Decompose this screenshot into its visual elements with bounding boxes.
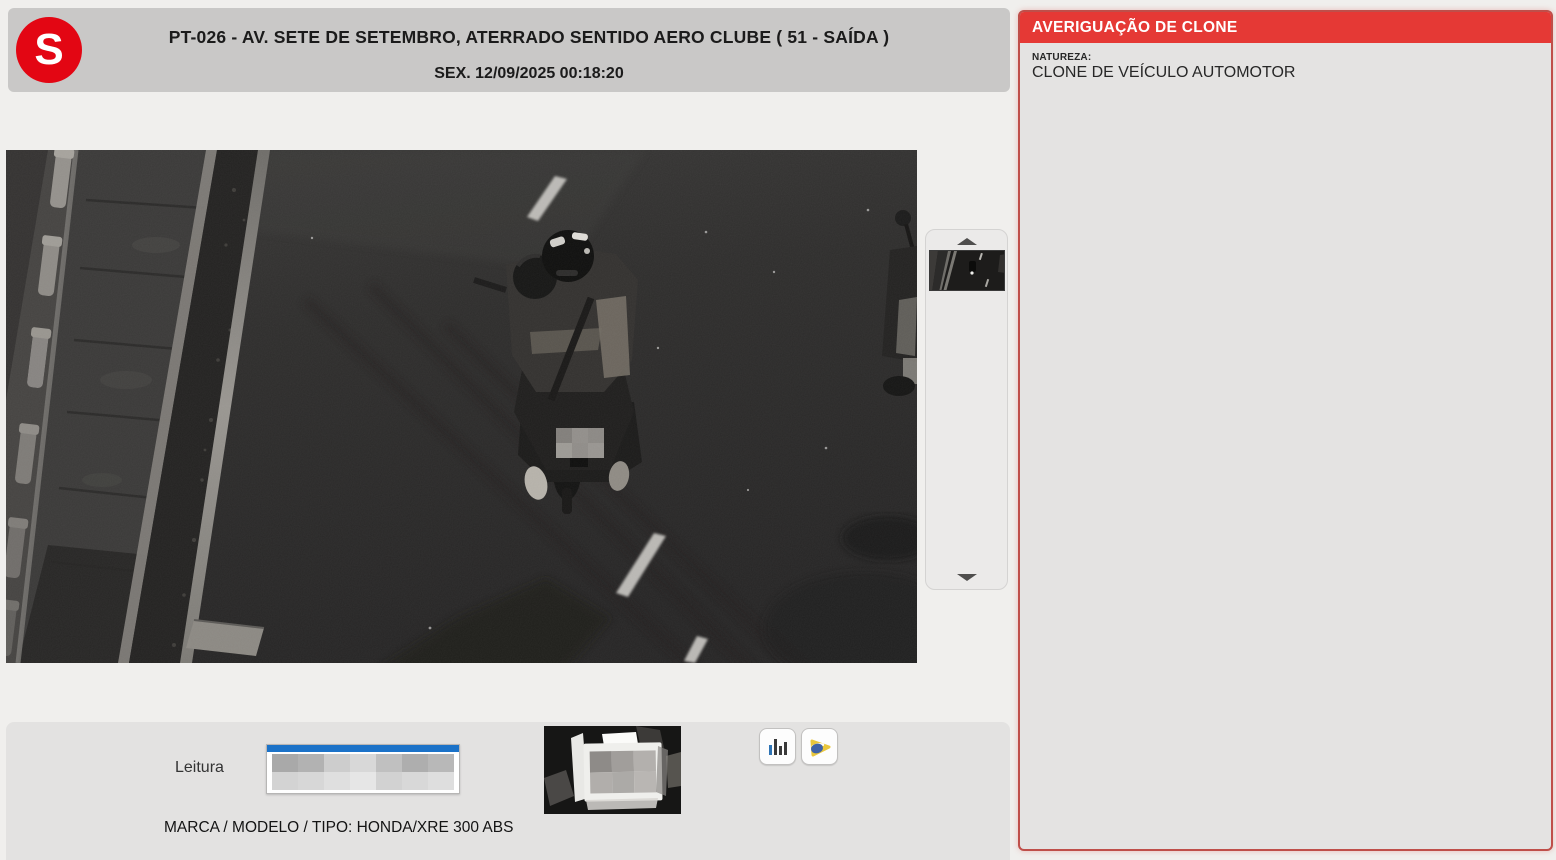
histogram-icon xyxy=(768,737,788,757)
capture-datetime: SEX. 12/09/2025 00:18:20 xyxy=(68,65,990,83)
nature-label: NATUREZA: xyxy=(1032,52,1539,63)
clone-check-panel: AVERIGUAÇÃO DE CLONE NATUREZA: CLONE DE … xyxy=(1018,10,1553,851)
brazil-plate-button[interactable] xyxy=(801,728,838,765)
redacted-plate-text xyxy=(267,752,459,793)
up-arrow-icon[interactable] xyxy=(957,238,977,245)
camera-header-bar: S PT-026 - AV. SETE DE SETEMBRO, ATERRAD… xyxy=(8,8,1010,92)
vehicle-make-model-line: MARCA / MODELO / TIPO: HONDA/XRE 300 ABS xyxy=(164,819,513,837)
clone-panel-header: AVERIGUAÇÃO DE CLONE xyxy=(1020,12,1551,43)
clone-panel-title: AVERIGUAÇÃO DE CLONE xyxy=(1032,19,1238,37)
clone-panel-body: NATUREZA: CLONE DE VEÍCULO AUTOMOTOR xyxy=(1020,43,1551,91)
plate-reading-field[interactable] xyxy=(266,744,460,794)
camera-frame-image xyxy=(6,150,917,663)
plate-reading-bar: Leitura xyxy=(6,722,1010,860)
histogram-button[interactable] xyxy=(759,728,796,765)
plate-crop-image xyxy=(544,726,681,814)
brazil-flag-icon xyxy=(808,735,832,759)
reading-label: Leitura xyxy=(175,759,224,777)
down-arrow-icon[interactable] xyxy=(957,574,977,581)
camera-location-title: PT-026 - AV. SETE DE SETEMBRO, ATERRADO … xyxy=(68,27,990,48)
frame-carousel xyxy=(925,229,1008,590)
plate-blue-band xyxy=(267,745,459,752)
logo-letter: S xyxy=(34,25,63,75)
nature-value: CLONE DE VEÍCULO AUTOMOTOR xyxy=(1032,64,1539,82)
frame-thumbnail[interactable] xyxy=(929,250,1005,291)
